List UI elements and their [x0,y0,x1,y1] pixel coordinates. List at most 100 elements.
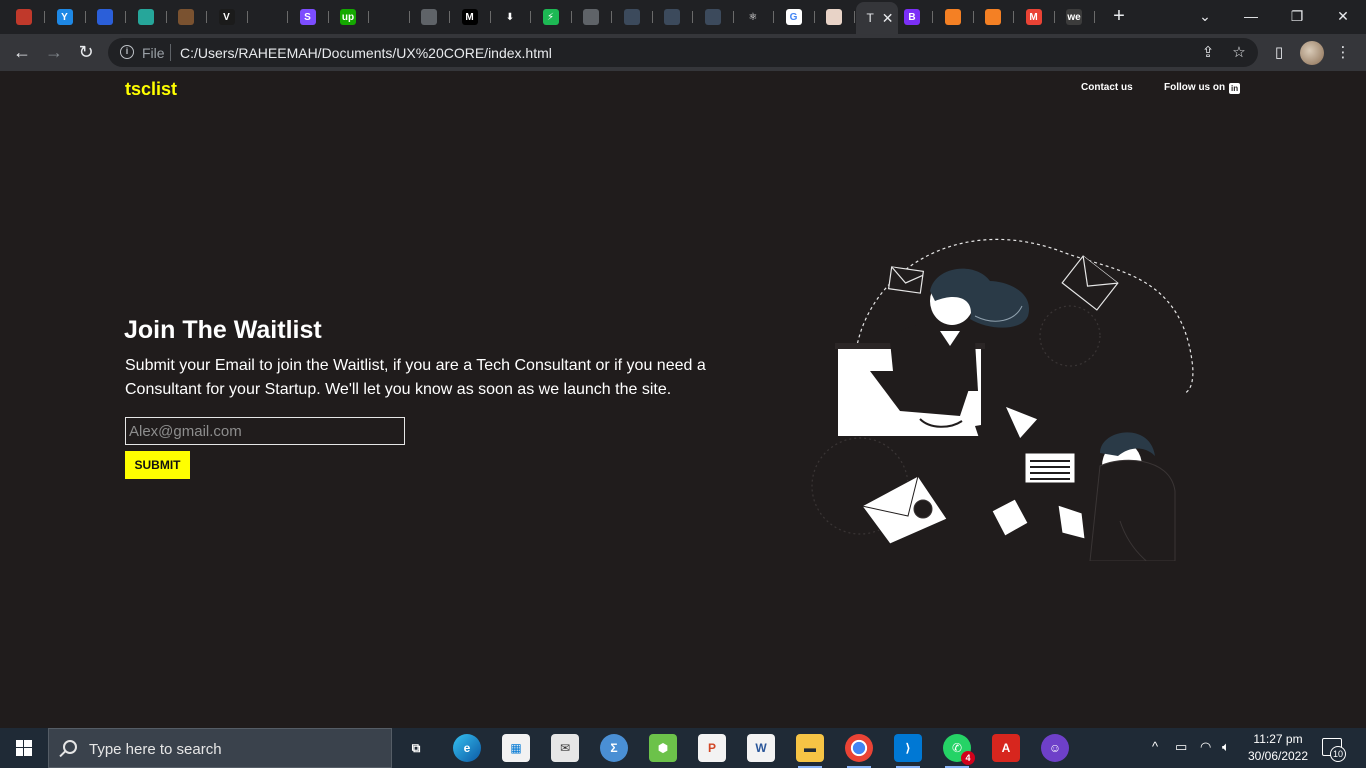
tab-3[interactable] [126,3,167,31]
yandex-icon: Y [56,9,73,25]
info-icon[interactable]: i [120,45,134,59]
tab-14[interactable] [571,3,612,31]
notification-count: 10 [1330,746,1346,762]
whatsapp-badge: 4 [961,751,975,765]
system-clock[interactable]: 11:27 pm 30/06/2022 [1243,731,1313,765]
tab-separator [1094,11,1095,23]
right-tab-2[interactable] [973,3,1014,31]
word-icon[interactable]: W [747,734,775,762]
bolt-icon: ⚡ [542,9,559,25]
side-panel-icon[interactable]: ▯ [1269,43,1289,63]
new-tab-button[interactable]: + [1108,6,1130,28]
site-logo[interactable]: tsclist [125,79,177,100]
tab-8[interactable]: up [328,3,369,31]
tab-9[interactable] [369,3,410,31]
volume-icon[interactable]: 🔈︎ [1222,739,1230,755]
doc-icon [664,9,680,25]
tab-7[interactable]: S [288,3,329,31]
share-icon[interactable]: ⇪ [1198,43,1218,63]
mail-icon[interactable]: ✉ [551,734,579,762]
netflix-like-icon [16,9,32,25]
back-button[interactable]: ← [10,41,34,65]
search-icon [63,740,77,754]
stripe-icon: S [299,9,316,25]
chrome-icon[interactable] [845,734,873,768]
address-bar[interactable]: i File C:/Users/RAHEEMAH/Documents/UX%20… [108,38,1258,67]
edge-icon[interactable]: e [453,734,481,762]
right-tab-0[interactable]: B [892,3,933,31]
powerpoint-icon[interactable]: P [698,734,726,762]
follow-us-link[interactable]: Follow us on in [1164,82,1241,94]
windows-taskbar: Type here to search ⧉ e ▦ ✉ Σ ⬢ P W ▬ ⟩ … [0,728,1366,768]
submit-button[interactable]: SUBMIT [125,451,190,479]
envelope-icon-top-left [887,266,925,294]
azure-icon [97,9,113,25]
browser-toolbar: ← → ↻ i File C:/Users/RAHEEMAH/Documents… [0,34,1366,71]
calculator-sigma-icon[interactable]: Σ [600,734,628,762]
page-title: Join The Waitlist [124,316,322,344]
profile-avatar[interactable] [1300,41,1324,65]
contact-us-link[interactable]: Contact us [1081,82,1133,93]
tab-16[interactable] [652,3,693,31]
right-tab-4[interactable]: we [1054,3,1095,31]
book-icon [178,9,194,25]
menu-kebab-icon[interactable]: ⋮ [1333,43,1353,63]
we-icon: we [1066,9,1082,25]
download-icon: ⬇ [502,9,518,25]
microsoft-store-icon[interactable]: ▦ [502,734,530,762]
github-icon [380,9,397,25]
forward-button[interactable]: → [42,41,66,65]
right-tab-3[interactable]: M [1014,3,1055,31]
waitlist-illustration [811,238,1194,561]
restore-button[interactable]: ❐ [1274,4,1320,28]
windows-start-icon[interactable] [0,728,48,768]
close-window-button[interactable]: ✕ [1320,4,1366,28]
hero-description: Submit your Email to join the Waitlist, … [125,357,706,398]
address-divider [170,44,171,61]
stackoverflow-icon [944,9,961,25]
tab-1[interactable]: Y [45,3,86,31]
tab-2[interactable] [85,3,126,31]
tab-18[interactable]: ⚛ [733,3,774,31]
tab-4[interactable] [166,3,207,31]
tab-10[interactable] [409,3,450,31]
file-explorer-icon[interactable]: ▬ [796,734,824,768]
reload-button[interactable]: ↻ [74,41,98,65]
tray-chevron-icon[interactable]: ^ [1152,739,1158,754]
image-icon [826,9,842,25]
github-desktop-icon[interactable]: ☺ [1041,734,1069,762]
tab-separator [854,11,855,23]
tab-6[interactable] [247,3,288,31]
bootstrap-icon: B [904,9,920,25]
tab-13[interactable]: ⚡ [531,3,572,31]
minimize-button[interactable]: — [1228,4,1274,28]
vscode-icon[interactable]: ⟩ [894,734,922,768]
url-text[interactable]: C:/Users/RAHEEMAH/Documents/UX%20CORE/in… [180,45,552,61]
tab-17[interactable] [693,3,734,31]
tab-search-icon[interactable]: ⌄ [1182,4,1228,28]
linkedin-icon[interactable]: in [1229,83,1241,94]
taskbar-search-box[interactable]: Type here to search [48,728,392,768]
tab-0[interactable] [4,3,45,31]
wifi-icon[interactable]: ◠ [1200,739,1211,755]
upwork-icon: up [340,9,356,25]
globe-icon [583,9,599,25]
email-input[interactable] [125,417,405,445]
loading-icon [259,9,275,25]
stackoverflow-icon [985,9,1001,25]
battery-icon[interactable]: ▭ [1175,739,1187,755]
tab-20[interactable] [814,3,855,31]
tab-5[interactable]: V [207,3,248,31]
whatsapp-icon[interactable]: ✆ 4 [943,734,975,768]
acrobat-icon[interactable]: A [992,734,1020,762]
bookmark-star-icon[interactable]: ☆ [1229,43,1249,63]
tab-19[interactable]: G [774,3,815,31]
right-tab-1[interactable] [933,3,974,31]
search-placeholder: Type here to search [89,741,222,758]
clock-date: 30/06/2022 [1247,749,1309,763]
tab-12[interactable]: ⬇ [490,3,531,31]
task-view-icon[interactable]: ⧉ [402,734,430,762]
tab-11[interactable]: M [450,3,491,31]
tab-15[interactable] [612,3,653,31]
node-icon[interactable]: ⬢ [649,734,677,762]
